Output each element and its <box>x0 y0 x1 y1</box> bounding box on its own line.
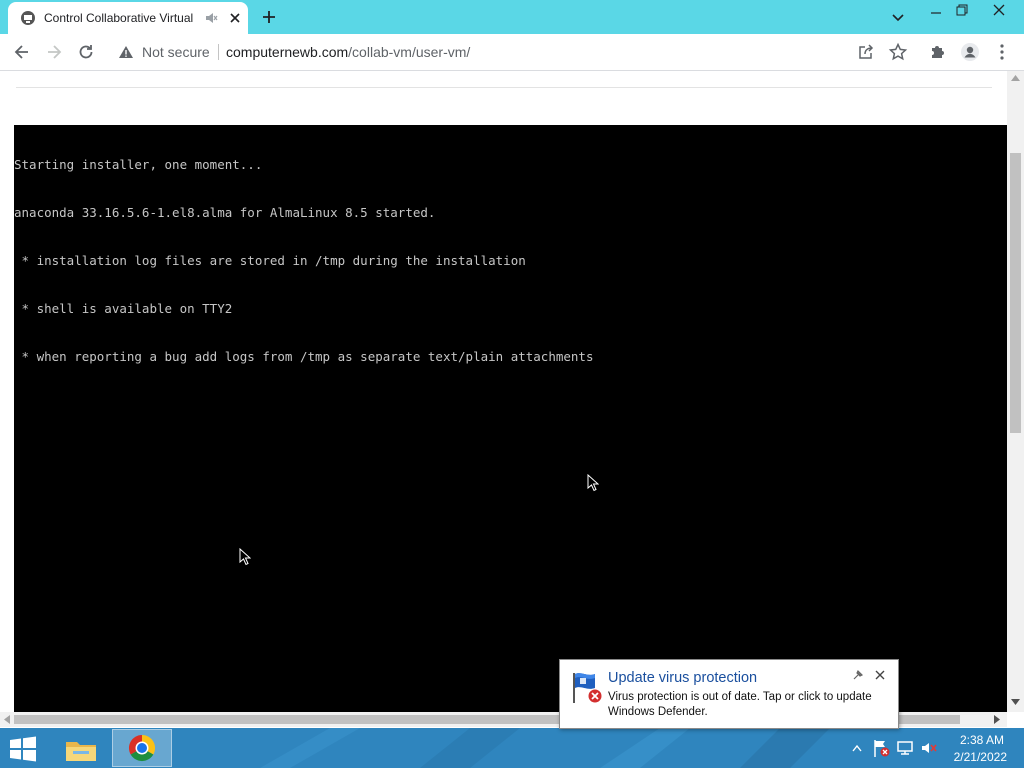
url-path: /collab-vm/user-vm/ <box>348 44 471 60</box>
back-arrow-icon[interactable] <box>12 42 32 62</box>
vm-console-output: Starting installer, one moment... anacon… <box>14 125 593 397</box>
security-status-label[interactable]: Not secure <box>142 44 210 60</box>
file-explorer-icon[interactable] <box>64 734 98 764</box>
tab-close-icon[interactable] <box>228 11 242 25</box>
bookmark-star-icon[interactable] <box>888 42 908 62</box>
page-divider <box>16 87 992 88</box>
omnibox-divider <box>218 44 219 60</box>
scroll-right-arrow-icon[interactable] <box>994 715 1000 724</box>
url-text[interactable]: computernewb.com/collab-vm/user-vm/ <box>226 44 470 60</box>
tab-audio-icon[interactable] <box>204 11 218 25</box>
notification-close-icon[interactable] <box>874 669 886 681</box>
tab-search-chevron-icon[interactable] <box>890 9 906 25</box>
browser-toolbar: Not secure computernewb.com/collab-vm/us… <box>0 34 1024 71</box>
warning-triangle-icon[interactable] <box>118 44 134 60</box>
share-icon[interactable] <box>856 42 876 62</box>
new-tab-icon[interactable] <box>260 8 278 26</box>
clock-time[interactable]: 2:38 AM <box>944 733 1004 747</box>
start-windows-icon[interactable] <box>8 736 38 762</box>
console-line: Starting installer, one moment... <box>14 157 263 172</box>
window-minimize-icon[interactable] <box>928 5 944 17</box>
page-viewport: Starting installer, one moment... anacon… <box>0 71 1007 712</box>
vm-display[interactable]: Starting installer, one moment... anacon… <box>14 125 1007 712</box>
vm-mouse-cursor-icon <box>587 474 599 492</box>
console-line: * installation log files are stored in /… <box>14 253 526 268</box>
console-line: * shell is available on TTY2 <box>14 301 233 316</box>
console-line: * when reporting a bug add logs from /tm… <box>14 349 594 364</box>
clock-date[interactable]: 2/21/2022 <box>944 750 1007 764</box>
scroll-down-arrow-icon[interactable] <box>1011 699 1020 705</box>
windows-defender-flag-error-icon <box>570 670 606 706</box>
console-line: anaconda 33.16.5.6-1.el8.alma for AlmaLi… <box>14 205 436 220</box>
collabvm-favicon-icon <box>20 10 36 26</box>
window-close-icon[interactable] <box>990 3 1008 17</box>
forward-arrow-icon[interactable] <box>44 42 64 62</box>
scroll-left-arrow-icon[interactable] <box>4 715 10 724</box>
show-hidden-icons-chevron-icon[interactable] <box>852 744 862 752</box>
browser-tab[interactable]: Control Collaborative Virtual <box>8 2 248 34</box>
profile-avatar-icon[interactable] <box>960 42 980 62</box>
browser-tab-strip: Control Collaborative Virtual <box>0 0 1024 34</box>
address-bar[interactable]: Not secure computernewb.com/collab-vm/us… <box>108 38 916 66</box>
browser-menu-icon[interactable] <box>994 42 1010 62</box>
chrome-taskbar-button[interactable] <box>112 729 172 767</box>
extensions-puzzle-icon[interactable] <box>928 42 948 62</box>
action-center-flag-icon[interactable] <box>872 738 890 758</box>
volume-muted-icon[interactable] <box>920 740 938 756</box>
notification-body: Virus protection is out of date. Tap or … <box>608 691 872 718</box>
notification-title: Update virus protection <box>608 670 758 686</box>
scroll-up-arrow-icon[interactable] <box>1011 75 1020 81</box>
network-icon[interactable] <box>896 740 914 756</box>
window-restore-icon[interactable] <box>954 3 970 17</box>
url-host: computernewb.com <box>226 44 349 60</box>
vm-mouse-cursor-icon <box>239 548 251 566</box>
notification-toast[interactable]: Update virus protection Virus protection… <box>559 659 899 729</box>
tab-title: Control Collaborative Virtual <box>44 11 194 25</box>
windows-taskbar: 2:38 AM 2/21/2022 <box>0 728 1024 768</box>
vertical-scroll-thumb[interactable] <box>1010 153 1021 433</box>
vertical-scrollbar[interactable] <box>1007 71 1024 712</box>
reload-icon[interactable] <box>76 42 96 62</box>
chrome-icon <box>128 734 156 762</box>
notification-settings-icon[interactable] <box>852 669 864 681</box>
